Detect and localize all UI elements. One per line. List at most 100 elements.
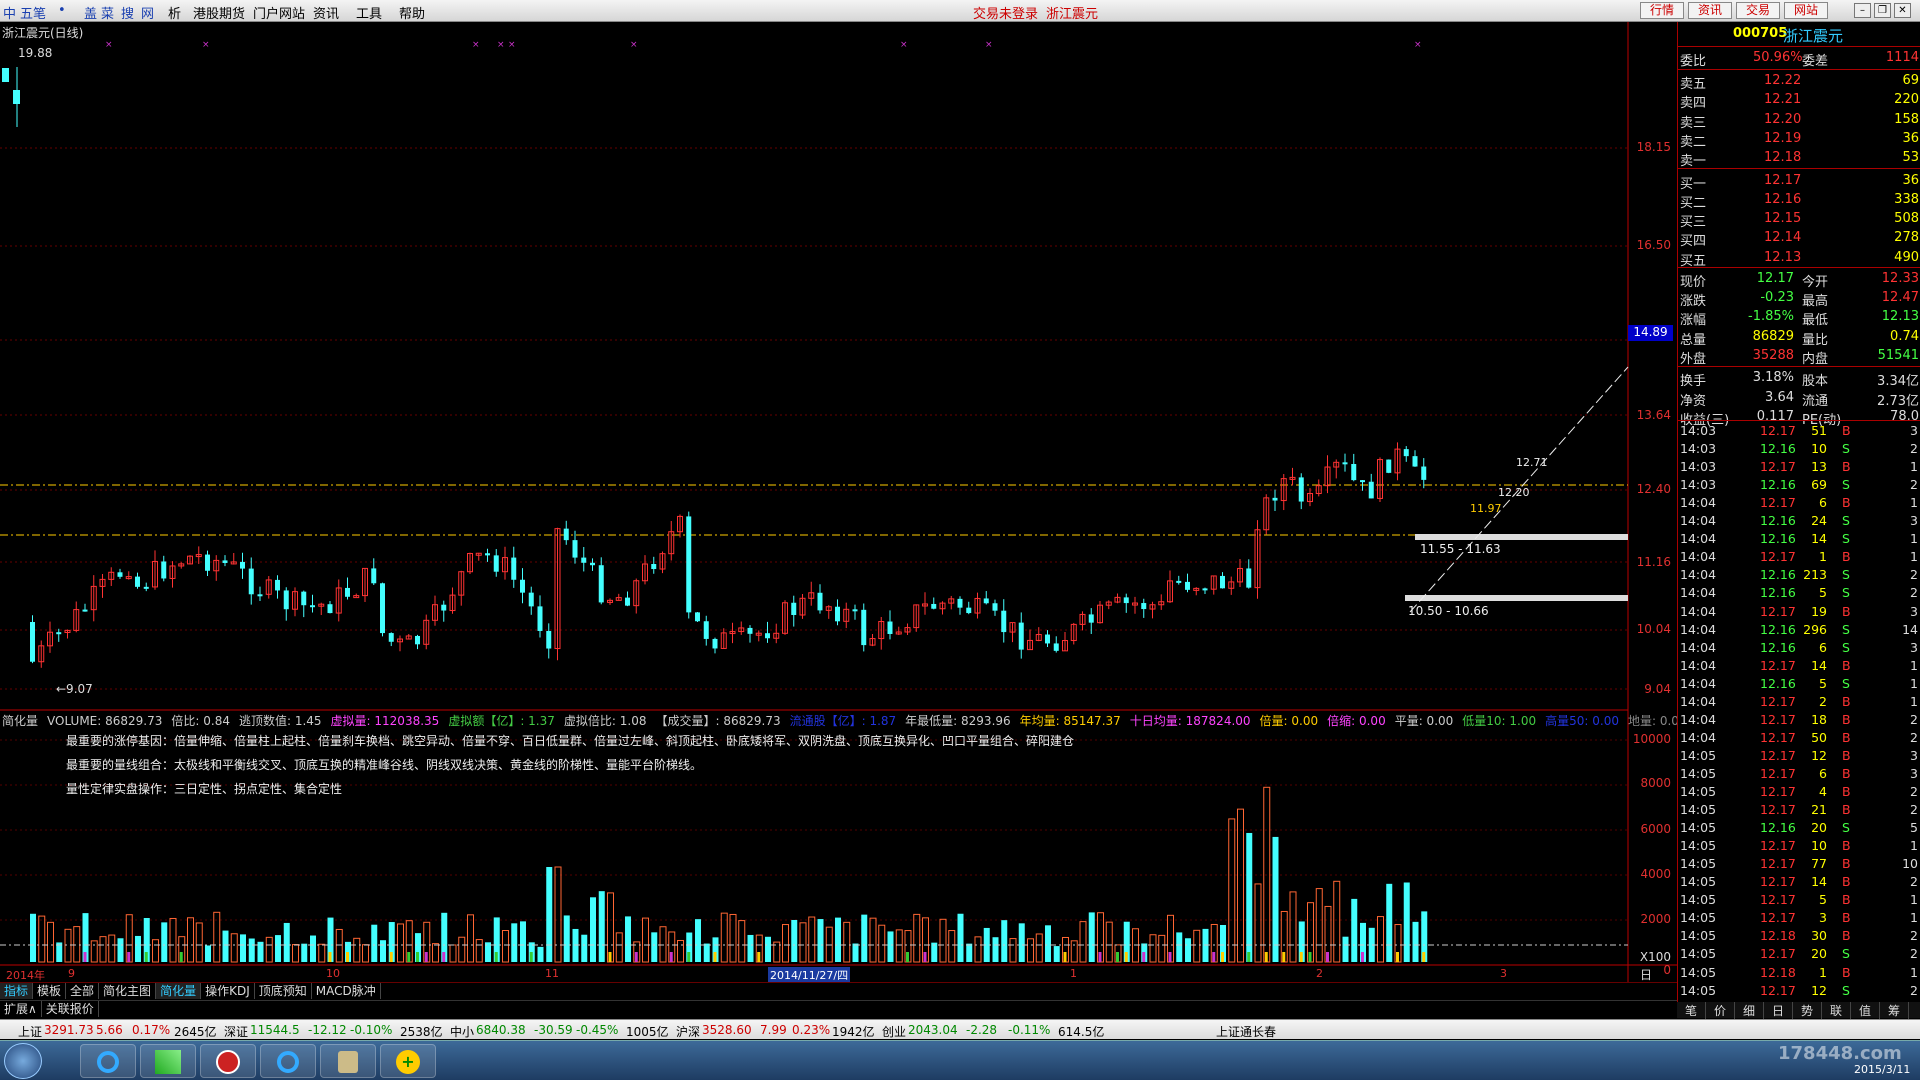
- btn-news[interactable]: 资讯: [1688, 2, 1732, 19]
- sell-row[interactable]: 卖五 12.22 69: [1678, 72, 1920, 92]
- tab-kdj[interactable]: 操作KDJ: [201, 983, 255, 999]
- buy-row[interactable]: 买二 12.16 338: [1678, 191, 1920, 211]
- btn-site[interactable]: 网站: [1784, 2, 1828, 19]
- app-icon[interactable]: [320, 1044, 376, 1078]
- btn-quote[interactable]: 行情: [1640, 2, 1684, 19]
- volume-bar: [590, 897, 596, 962]
- tick-time: 14:03: [1680, 477, 1717, 493]
- minimize-icon[interactable]: –: [1854, 3, 1871, 18]
- ime-dot[interactable]: •: [58, 3, 66, 18]
- sell-row[interactable]: 卖三 12.20 158: [1678, 111, 1920, 131]
- tab-top-bottom[interactable]: 顶底预知: [255, 983, 312, 999]
- candle-body: [301, 591, 307, 606]
- menu-help[interactable]: 帮助: [399, 3, 425, 22]
- index-item: -30.59: [534, 1023, 573, 1037]
- tab-indicator[interactable]: 指标: [0, 983, 34, 999]
- volume-bar: [642, 917, 649, 963]
- buy-label: 买一: [1680, 176, 1707, 192]
- tab-all[interactable]: 全部: [66, 983, 100, 999]
- menu-hk-futures[interactable]: 港股期货: [193, 3, 245, 22]
- quote-tab[interactable]: 细: [1735, 1002, 1764, 1019]
- tab-expand[interactable]: 扩展∧: [0, 1001, 42, 1017]
- tick-side: S: [1842, 946, 1850, 962]
- restore-icon[interactable]: ❐: [1874, 3, 1891, 18]
- volume-bar: [502, 930, 509, 963]
- tab-macd[interactable]: MACD脉冲: [312, 983, 381, 999]
- tab-template[interactable]: 模板: [33, 983, 67, 999]
- close-icon[interactable]: ✕: [1894, 3, 1911, 18]
- sell-row[interactable]: 卖四 12.21 220: [1678, 91, 1920, 111]
- volume-marker: [1326, 952, 1329, 962]
- index-item: 5.66: [96, 1023, 123, 1037]
- ie-icon[interactable]: [80, 1044, 136, 1078]
- sell-row[interactable]: 卖一 12.18 53: [1678, 149, 1920, 169]
- volume-bar: [30, 913, 36, 962]
- plus-app-icon[interactable]: +: [380, 1044, 436, 1078]
- ime-zhong[interactable]: 中: [3, 3, 16, 22]
- zone-label-1: 11.55 - 11.63: [1420, 542, 1501, 556]
- candle-body: [135, 576, 140, 587]
- bank-icon[interactable]: [200, 1044, 256, 1078]
- volume-marker: [1308, 952, 1312, 962]
- start-button[interactable]: [4, 1043, 42, 1079]
- tick-volume: 18: [1811, 711, 1827, 727]
- sell-price: 12.22: [1764, 73, 1802, 88]
- indicator-item: 倍缩: 0.00: [1327, 714, 1386, 728]
- quote-tab[interactable]: 联: [1822, 1002, 1851, 1019]
- quick-sou[interactable]: 搜: [121, 3, 134, 22]
- fund-label-2: 流通: [1802, 393, 1829, 409]
- tick-row: 14:05 12.17 20 S 2: [1678, 945, 1920, 963]
- menu-portal[interactable]: 门户网站: [253, 3, 305, 22]
- tick-row: 14:05 12.18 30 B 2: [1678, 927, 1920, 945]
- tab-related-quote[interactable]: 关联报价: [42, 1001, 99, 1017]
- tick-volume: 13: [1811, 459, 1827, 475]
- candle-body: [327, 604, 333, 614]
- volume-bar: [581, 934, 588, 962]
- tick-price: 12.17: [1760, 423, 1796, 438]
- quote-tab[interactable]: 势: [1793, 1002, 1822, 1019]
- volume-bar: [1237, 808, 1244, 963]
- volume-marker: [1142, 952, 1146, 962]
- stock-app-icon[interactable]: [140, 1044, 196, 1078]
- ie2-icon[interactable]: [260, 1044, 316, 1078]
- tick-price: 12.17: [1760, 747, 1796, 763]
- tick-row: 14:05 12.17 12 S 2: [1678, 982, 1920, 1000]
- kline-svg[interactable]: × × × × × × × × ×: [0, 22, 1677, 982]
- quote-tab[interactable]: 筹: [1880, 1002, 1909, 1019]
- quick-gai[interactable]: 盖: [84, 3, 97, 22]
- sell-row[interactable]: 卖二 12.19 36: [1678, 130, 1920, 150]
- tick-row: 14:04 12.17 2 B 1: [1678, 693, 1920, 711]
- indicator-item: 【成交量】: 86829.73: [655, 714, 781, 728]
- volume-marker: [389, 952, 393, 962]
- buy-row[interactable]: 买三 12.15 508: [1678, 210, 1920, 230]
- quote-tab[interactable]: 值: [1851, 1002, 1880, 1019]
- quote-tab[interactable]: 价: [1706, 1002, 1735, 1019]
- tab-volume-simple[interactable]: 简化量: [156, 983, 202, 999]
- tick-time: 14:05: [1680, 765, 1717, 781]
- volume-bar: [1009, 938, 1017, 963]
- ime-wubi[interactable]: 五笔: [20, 3, 46, 22]
- candle-body: [695, 612, 700, 622]
- candle-body: [835, 606, 840, 622]
- menu-news[interactable]: 资讯: [313, 3, 339, 22]
- menu-tools[interactable]: 工具: [356, 3, 382, 22]
- tick-price: 12.17: [1760, 459, 1796, 475]
- tick-count: 2: [1910, 477, 1918, 493]
- quick-wang[interactable]: 网: [141, 3, 154, 22]
- buy-row[interactable]: 买五 12.13 490: [1678, 249, 1920, 269]
- candle-body: [765, 633, 770, 639]
- quote-tab[interactable]: 笔: [1677, 1002, 1706, 1019]
- buy-row[interactable]: 买一 12.17 36: [1678, 172, 1920, 192]
- kline-chart-area[interactable]: × × × × × × × × × 浙江震元(日线) 19.88 ←9.07 11.55 - 1…: [0, 22, 1688, 1010]
- tick-time: 14:05: [1680, 892, 1717, 908]
- tab-main-simple[interactable]: 简化主图: [99, 983, 157, 999]
- quote-tab[interactable]: 日: [1764, 1002, 1793, 1019]
- menu-analysis[interactable]: 析: [168, 3, 181, 22]
- weicha-value: 1114: [1885, 50, 1919, 65]
- volume-bar: [265, 936, 273, 963]
- quick-cai[interactable]: 菜: [101, 3, 114, 22]
- note-2: 最重要的量线组合：太极线和平衡线交叉、顶底互换的精准峰谷线、阴线双线决策、黄金线…: [66, 758, 703, 772]
- buy-row[interactable]: 买四 12.14 278: [1678, 229, 1920, 249]
- tick-row: 14:05 12.17 10 B 1: [1678, 837, 1920, 855]
- btn-trade[interactable]: 交易: [1736, 2, 1780, 19]
